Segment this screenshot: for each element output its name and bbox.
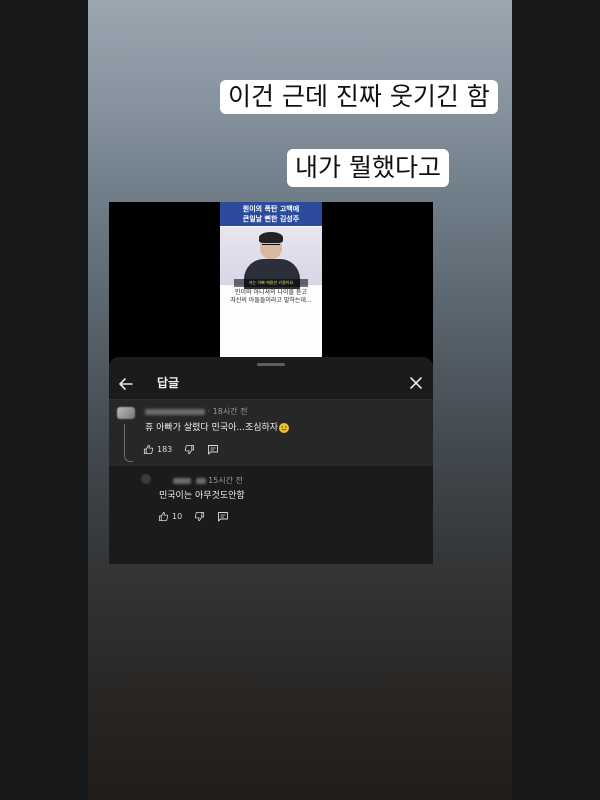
blurred-username-part1[interactable] [173, 477, 191, 484]
thumbnail-caption-line1: 민이와 아니셔의 나이를 듣고 [235, 289, 307, 296]
video-thumbnail[interactable]: 원이의 폭탄 고백에 큰일날 뻔한 김성주 저는 아빠 애들만 키웠어요 민이와… [220, 202, 322, 357]
thumbnail-subtitle: 저는 아빠 애들만 키웠어요 [234, 279, 308, 287]
arrow-left-icon [119, 378, 133, 390]
reply-actions: 10 [158, 511, 241, 522]
comment-icon [208, 445, 219, 455]
reply-avatar[interactable] [141, 474, 151, 484]
thumbnail-title-line1: 원이의 폭탄 고백에 [242, 205, 300, 213]
blurred-username[interactable] [145, 408, 205, 415]
thumbs-up-icon [143, 444, 154, 455]
comment-text: 휴 아빠가 살렸다 민국아...조심하자 [145, 423, 279, 433]
grinning-sweat-emoji [279, 422, 290, 433]
embedded-screenshot: 원이의 폭탄 고백에 큰일날 뻔한 김성주 저는 아빠 애들만 키웠어요 민이와… [109, 202, 433, 564]
reply-reply-button[interactable] [217, 511, 229, 522]
reply-dislike-button[interactable] [194, 511, 205, 522]
back-button[interactable] [117, 371, 135, 397]
drag-handle[interactable] [257, 363, 285, 366]
replies-sheet: 답글 · 18시간 전 휴 아빠가 살렸다 민국아...조심하자 183 15시… [109, 357, 433, 564]
close-icon [410, 377, 422, 389]
thumbs-down-icon [185, 444, 195, 455]
person-hair [259, 232, 283, 243]
comment-icon [218, 512, 229, 522]
thumbnail-caption: 민이와 아니셔의 나이를 듣고 자신의 아들들이라고 말하는데... [220, 289, 322, 305]
comment-time: · 18시간 전 [207, 407, 248, 416]
thumbs-up-icon [158, 511, 169, 522]
reply-meta: 15시간 전 [173, 475, 243, 486]
comment-text-row: 휴 아빠가 살렸다 민국아...조심하자 [145, 420, 290, 433]
thumbs-down-icon [195, 511, 205, 522]
reply-text: 민국이는 아무것도안함 [159, 491, 245, 501]
close-button[interactable] [407, 374, 425, 392]
left-letterbox [0, 0, 88, 800]
reply-button[interactable] [207, 444, 219, 455]
parent-comment: · 18시간 전 휴 아빠가 살렸다 민국아...조심하자 183 [109, 400, 433, 466]
sheet-header: 답글 [109, 369, 433, 399]
reply-comment: 15시간 전 민국이는 아무것도안함 10 [109, 466, 433, 564]
blurred-username-part2[interactable] [195, 477, 206, 484]
reply-like-button[interactable]: 10 [158, 511, 182, 522]
like-count: 183 [157, 445, 173, 454]
right-letterbox [512, 0, 600, 800]
thumbnail-title: 원이의 폭탄 고백에 큰일날 뻔한 김성주 [220, 202, 322, 226]
story-caption-2: 내가 뭘했다고 [287, 149, 449, 187]
comment-meta: · 18시간 전 [145, 406, 247, 417]
comment-actions: 183 [143, 444, 231, 455]
thread-connector [124, 424, 133, 462]
like-button[interactable]: 183 [143, 444, 172, 455]
reply-time: 15시간 전 [208, 476, 243, 485]
dislike-button[interactable] [184, 444, 195, 455]
sheet-title: 답글 [157, 376, 180, 390]
reply-like-count: 10 [172, 512, 183, 521]
thumbnail-caption-line2: 자신의 아들들이라고 말하는데... [230, 297, 312, 304]
thumbnail-photo: 저는 아빠 애들만 키웠어요 [220, 227, 322, 289]
avatar[interactable] [117, 407, 135, 419]
story-caption-1: 이건 근데 진짜 웃기긴 함 [220, 80, 498, 114]
person-glasses [262, 244, 280, 249]
thumbnail-title-line2: 큰일날 뻔한 김성주 [242, 215, 300, 223]
